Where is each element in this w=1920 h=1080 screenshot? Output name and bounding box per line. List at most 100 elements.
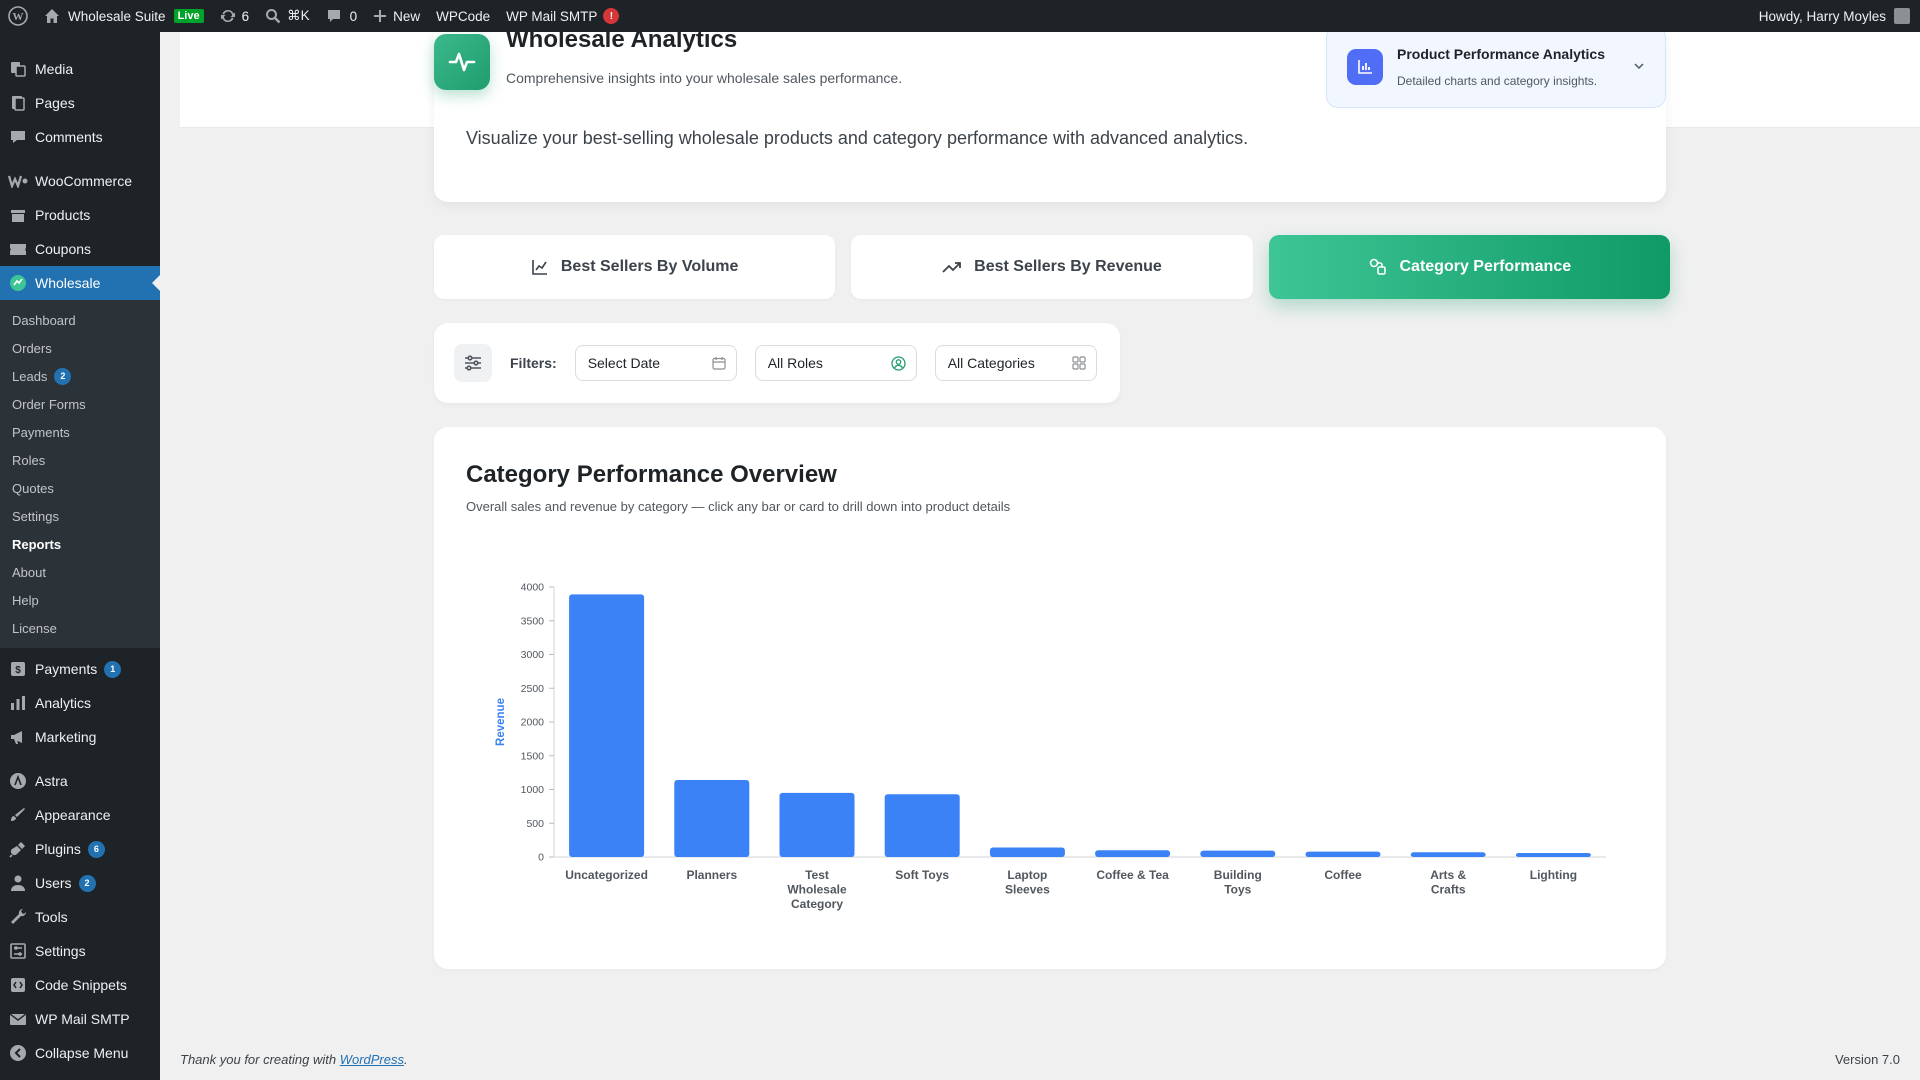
submenu-item-about[interactable]: About [0,558,160,586]
sidebar-item-coupons[interactable]: Coupons [0,232,160,266]
sidebar-item-products[interactable]: Products [0,198,160,232]
line-chart-icon [531,258,549,276]
y-tick-label: 3500 [521,615,545,627]
submenu-item-help[interactable]: Help [0,586,160,614]
sidebar-item-label: WooCommerce [35,173,132,189]
bar-coffee-tea[interactable] [1095,850,1171,857]
sidebar-item-label: Tools [35,909,68,925]
sidebar-item-marketing[interactable]: Marketing [0,720,160,754]
y-tick-label: 1000 [521,784,545,796]
plugins-icon [8,839,28,859]
site-name-link[interactable]: Wholesale Suite Live [36,0,212,32]
bar-test-wholesale-category[interactable] [779,792,855,857]
wholesale-icon [8,273,28,293]
category-bar-chart: 0 500 1000 1500 2000 2500 3000 3500 4000 Revenue U… [495,582,1606,911]
submenu-item-dashboard[interactable]: Dashboard [0,306,160,334]
sidebar-item-label: Wholesale [35,275,101,291]
live-badge: Live [173,9,204,23]
appearance-icon [8,805,28,825]
bar-uncategorized[interactable] [569,594,645,857]
sidebar-item-plugins[interactable]: Plugins 6 [0,832,160,866]
sidebar-item-tools[interactable]: Tools [0,900,160,934]
date-filter[interactable]: Select Date [574,345,737,381]
y-tick-label: 0 [538,852,544,864]
new-label: New [393,8,421,24]
submenu-item-order-forms[interactable]: Order Forms [0,390,160,418]
x-tick-label-line: Planners [686,868,737,882]
sidebar-item-settings[interactable]: Settings [0,934,160,968]
my-account-link[interactable]: Howdy, Harry Moyles [1759,0,1910,32]
user-circle-icon [891,355,906,371]
product-performance-dropdown[interactable]: Product Performance Analytics Detailed c… [1326,32,1666,108]
submenu-label: About [12,564,46,580]
updates-link[interactable]: 6 [212,0,258,32]
sidebar-item-media[interactable]: Media [0,52,160,86]
sidebar-item-label: Collapse Menu [35,1045,129,1061]
x-tick-label-line: Sleeves [1005,883,1050,897]
sidebar-item-pages[interactable]: Pages [0,86,160,120]
sidebar-item-label: Products [35,207,91,223]
submenu-item-reports[interactable]: Reports [0,530,160,558]
submenu-item-quotes[interactable]: Quotes [0,474,160,502]
comments-link[interactable]: 0 [318,0,366,32]
page-title: Wholesale Analytics [506,32,738,53]
sidebar-item-label: Astra [35,773,68,789]
sidebar-item-code-snippets[interactable]: Code Snippets [0,968,160,1002]
submenu-item-orders[interactable]: Orders [0,334,160,362]
footer-period: . [404,1052,408,1067]
submenu-item-roles[interactable]: Roles [0,446,160,474]
sidebar-item-label: Payments [35,661,98,677]
wp-mail-smtp-link[interactable]: WP Mail SMTP ! [498,0,627,32]
submenu-item-settings[interactable]: Settings [0,502,160,530]
sidebar-item-astra[interactable]: Astra [0,764,160,798]
sidebar-item-wp-mail-smtp[interactable]: WP Mail SMTP [0,1002,160,1036]
wpcode-link[interactable]: WPCode [428,0,498,32]
submenu-label: Quotes [12,480,54,496]
wordpress-logo-icon[interactable]: W [0,0,36,32]
x-tick-label: Soft Toys [895,868,949,882]
main-content: Visualize your best-selling wholesale pr… [160,32,1920,1080]
sidebar-item-comments[interactable]: Comments [0,120,160,154]
home-icon [44,8,60,24]
sidebar-item-woocommerce[interactable]: WooCommerce [0,164,160,198]
sidebar-item-collapse-menu[interactable]: Collapse Menu [0,1036,160,1070]
admin-bar: W Wholesale Suite Live 6 ⌘K 0 New WPCode… [0,0,1920,32]
x-tick-label: Uncategorized [565,868,648,882]
x-tick-label: Coffee [1324,868,1362,882]
bar-laptop-sleeves[interactable] [989,847,1065,857]
sidebar-item-analytics[interactable]: Analytics [0,686,160,720]
bar-lighting[interactable] [1515,852,1591,857]
x-tick-label-line: Laptop [1007,868,1047,882]
sidebar-item-users[interactable]: Users 2 [0,866,160,900]
tab-best-sellers-volume[interactable]: Best Sellers By Volume [434,235,836,299]
sidebar-item-label: Plugins [35,841,81,857]
submenu-item-leads[interactable]: Leads 2 [0,362,160,390]
bar-building-toys[interactable] [1200,850,1276,857]
categories-filter[interactable]: All Categories [934,345,1097,381]
categories-filter-value: All Categories [947,355,1035,371]
command-search-link[interactable]: ⌘K [257,0,318,32]
submenu-item-payments[interactable]: Payments [0,418,160,446]
bar-planners[interactable] [674,780,750,857]
trending-up-icon [942,258,962,276]
bar-arts-crafts[interactable] [1410,852,1486,857]
sidebar-item-appearance[interactable]: Appearance [0,798,160,832]
avatar [1894,8,1910,24]
payments-icon: $ [8,659,28,679]
tab-category-performance[interactable]: Category Performance [1268,235,1670,299]
roles-filter[interactable]: All Roles [754,345,917,381]
wordpress-link[interactable]: WordPress [340,1052,404,1067]
pages-icon [8,93,28,113]
x-tick-label-line: Lighting [1530,868,1577,882]
bar-coffee[interactable] [1305,851,1381,857]
submenu-item-license[interactable]: License [0,614,160,642]
bar-soft-toys[interactable] [884,794,960,857]
sidebar-item-wholesale[interactable]: Wholesale [0,266,160,300]
new-content-link[interactable]: New [365,0,428,32]
sidebar-item-payments[interactable]: $ Payments 1 [0,652,160,686]
x-tick-label-line: Building [1214,868,1262,882]
updates-icon [220,8,236,24]
footer-thanks: Thank you for creating with WordPress. [180,1052,408,1067]
x-tick-label: Laptop Sleeves [1005,868,1050,897]
tab-best-sellers-revenue[interactable]: Best Sellers By Revenue [851,235,1253,299]
